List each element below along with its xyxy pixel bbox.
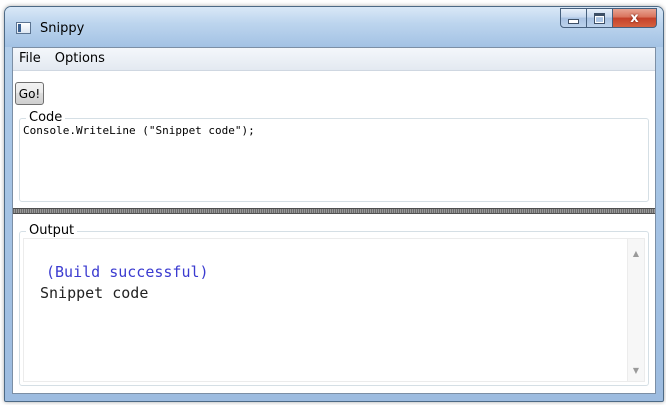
menu-bar: File Options xyxy=(13,48,655,71)
title-bar[interactable]: Snippy x xyxy=(5,7,663,47)
menu-file[interactable]: File xyxy=(13,49,48,69)
app-window: Snippy x File Options Go! Code Console.W… xyxy=(4,6,664,402)
output-groupbox: Output (Build successful) Snippet code ▲… xyxy=(19,223,649,386)
pane-splitter[interactable] xyxy=(13,208,655,214)
output-label: Output xyxy=(26,223,78,239)
scroll-down-arrow-icon[interactable]: ▼ xyxy=(628,362,644,379)
window-title: Snippy xyxy=(40,21,85,36)
close-icon: x xyxy=(630,10,639,26)
output-text-line: Snippet code xyxy=(40,284,149,302)
maximize-button[interactable] xyxy=(587,8,613,28)
window-icon[interactable] xyxy=(16,22,31,34)
maximize-icon xyxy=(594,12,605,24)
close-button[interactable]: x xyxy=(613,8,657,28)
go-button[interactable]: Go! xyxy=(15,82,44,105)
minimize-icon xyxy=(568,18,579,24)
output-pane[interactable]: (Build successful) Snippet code ▲ ▼ xyxy=(23,238,645,382)
output-scrollbar[interactable]: ▲ ▼ xyxy=(627,239,644,381)
menu-options[interactable]: Options xyxy=(48,49,112,69)
code-groupbox: Code Console.WriteLine ("Snippet code"); xyxy=(19,110,649,202)
scroll-up-arrow-icon[interactable]: ▲ xyxy=(628,245,644,262)
code-editor[interactable]: Console.WriteLine ("Snippet code"); xyxy=(23,124,255,137)
output-status-line: (Build successful) xyxy=(46,263,209,281)
client-area: File Options Go! Code Console.WriteLine … xyxy=(12,47,656,394)
minimize-button[interactable] xyxy=(560,8,587,28)
caption-buttons: x xyxy=(560,8,657,30)
